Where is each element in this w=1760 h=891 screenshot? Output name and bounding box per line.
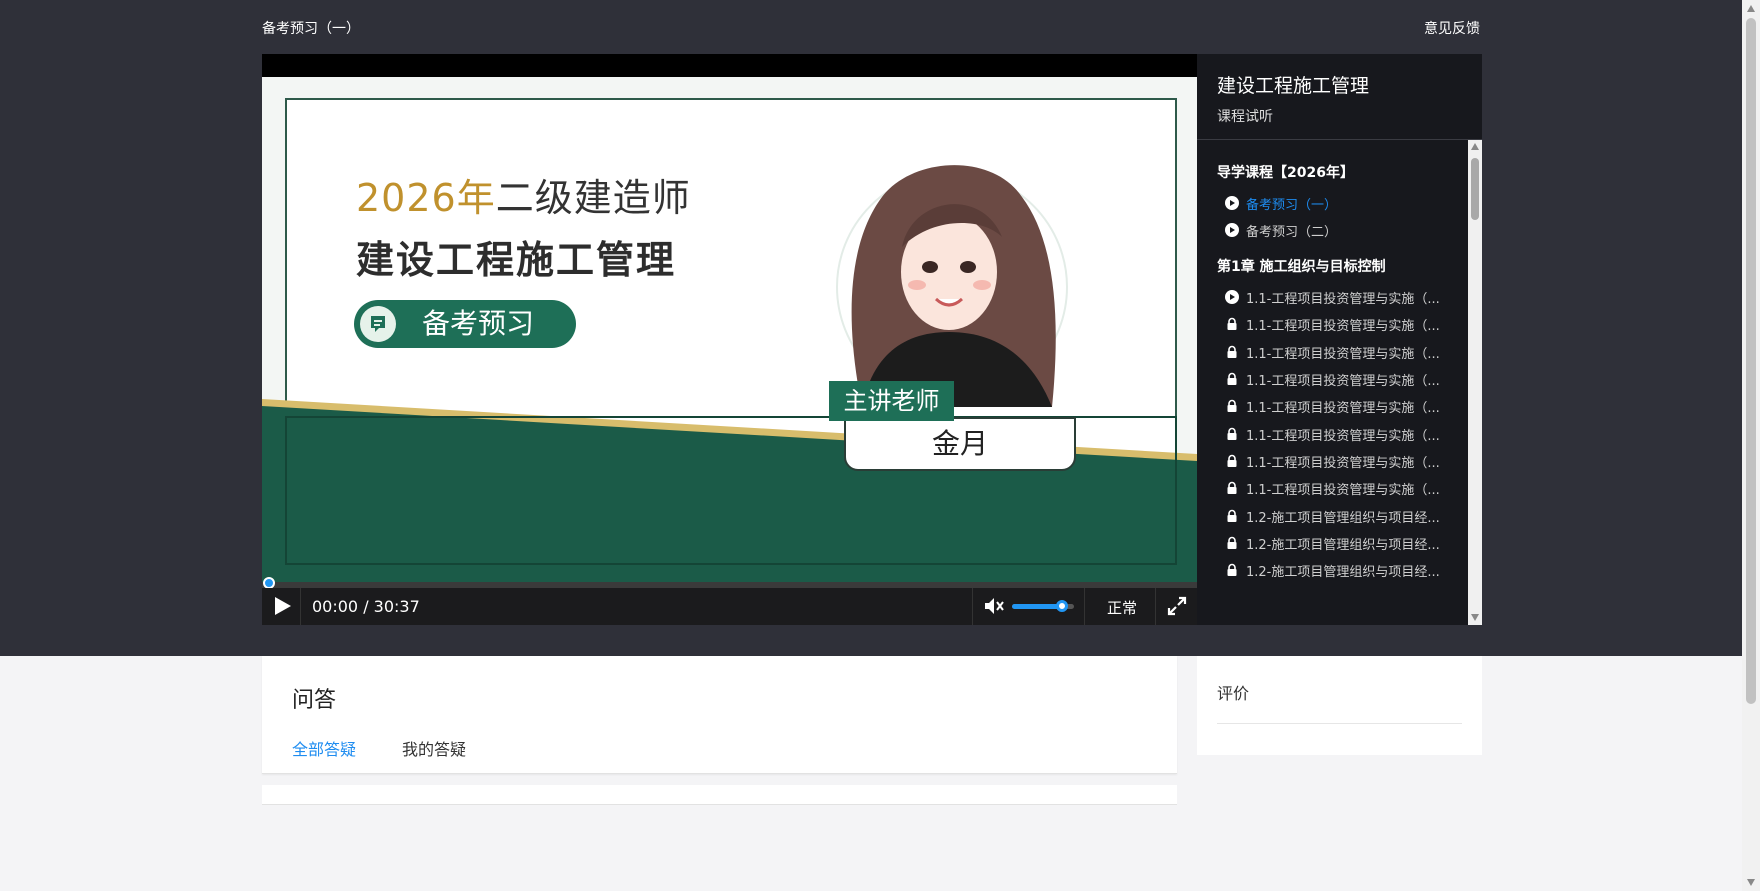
review-title: 评价 [1217, 684, 1250, 703]
lesson-list[interactable]: 导学课程【2026年】 备考预习（一） 备考预习（二） 第1章 施工组织与目标控… [1197, 140, 1467, 625]
lesson-item[interactable]: 1.2-施工项目管理组织与项目经... [1225, 560, 1457, 582]
feedback-link[interactable]: 意见反馈 [1424, 18, 1480, 38]
play-circle-icon [1225, 223, 1239, 237]
page-scrollbar[interactable] [1742, 0, 1760, 891]
lesson-label: 1.1-工程项目投资管理与实施（... [1246, 292, 1440, 307]
volume-handle[interactable] [1055, 600, 1068, 612]
volume-icon[interactable] [982, 594, 1006, 618]
course-sidebar: 建设工程施工管理 课程试听 导学课程【2026年】 备考预习（一） 备考预习（二… [1197, 54, 1482, 625]
scroll-thumb[interactable] [1471, 158, 1479, 220]
speed-button[interactable]: 正常 [1107, 597, 1137, 618]
lesson-label: 1.2-施工项目管理组织与项目经... [1246, 565, 1440, 580]
lesson-item[interactable]: 1.1-工程项目投资管理与实施（... [1225, 451, 1457, 473]
lock-icon [1225, 509, 1239, 523]
player-controls: 00:00 / 30:37 正常 [262, 588, 1197, 625]
lesson-label: 备考预习（一） [1246, 198, 1338, 213]
lock-icon [1225, 345, 1239, 359]
tab-my-questions[interactable]: 我的答疑 [402, 736, 466, 760]
lock-icon [1225, 317, 1239, 331]
lesson-label: 1.1-工程项目投资管理与实施（... [1246, 429, 1440, 444]
qa-title: 问答 [292, 688, 337, 713]
lesson-item[interactable]: 1.2-施工项目管理组织与项目经... [1225, 533, 1457, 555]
lock-icon [1225, 536, 1239, 550]
tab-all-questions[interactable]: 全部答疑 [292, 736, 356, 760]
scroll-up-icon[interactable] [1471, 143, 1479, 150]
review-panel: 评价 [1197, 656, 1482, 755]
lesson-item[interactable]: 1.1-工程项目投资管理与实施（... [1225, 287, 1457, 309]
controls-divider [972, 588, 973, 625]
lock-icon [1225, 454, 1239, 468]
lesson-item[interactable]: 1.1-工程项目投资管理与实施（... [1225, 314, 1457, 336]
slide-subject: 建设工程施工管理 [356, 238, 677, 282]
lesson-item[interactable]: 1.1-工程项目投资管理与实施（... [1225, 478, 1457, 500]
qa-panel: 问答 全部答疑 我的答疑 [262, 656, 1177, 774]
lesson-title: 备考预习（一） [262, 21, 360, 37]
lesson-item[interactable]: 1.1-工程项目投资管理与实施（... [1225, 396, 1457, 418]
lesson-item[interactable]: 1.1-工程项目投资管理与实施（... [1225, 369, 1457, 391]
volume-level [1012, 604, 1062, 609]
video-frame[interactable]: 2026年二级建造师 建设工程施工管理 备考预习 金月 主讲老师 [262, 77, 1197, 582]
page-scroll-thumb[interactable] [1746, 18, 1756, 704]
lesson-label: 1.1-工程项目投资管理与实施（... [1246, 319, 1440, 334]
lock-icon [1225, 481, 1239, 495]
slide-exam: 二级建造师 [495, 176, 691, 220]
lesson-item[interactable]: 备考预习（一） [1225, 193, 1457, 215]
controls-divider [1155, 588, 1156, 625]
play-circle-icon [1225, 290, 1239, 304]
lesson-label: 1.1-工程项目投资管理与实施（... [1246, 483, 1440, 498]
lock-icon [1225, 399, 1239, 413]
video-player[interactable]: 2026年二级建造师 建设工程施工管理 备考预习 金月 主讲老师 00:00 /… [262, 54, 1197, 625]
slide-teacher-name: 金月 [844, 417, 1076, 471]
lock-icon [1225, 372, 1239, 386]
controls-divider [300, 588, 301, 625]
lesson-label: 1.2-施工项目管理组织与项目经... [1246, 511, 1440, 526]
lesson-item[interactable]: 1.1-工程项目投资管理与实施（... [1225, 342, 1457, 364]
lock-icon [1225, 563, 1239, 577]
slide-teacher-tag: 主讲老师 [829, 381, 954, 421]
sidebar-scrollbar[interactable] [1468, 140, 1482, 625]
lesson-item[interactable]: 1.1-工程项目投资管理与实施（... [1225, 424, 1457, 446]
scroll-down-icon[interactable] [1747, 879, 1755, 886]
scroll-down-icon[interactable] [1471, 614, 1479, 621]
scroll-up-icon[interactable] [1747, 5, 1755, 12]
lesson-label: 1.1-工程项目投资管理与实施（... [1246, 401, 1440, 416]
lesson-label: 1.1-工程项目投资管理与实施（... [1246, 456, 1440, 471]
slide-year: 2026年 [356, 176, 496, 220]
time-display: 00:00 / 30:37 [312, 597, 420, 616]
lesson-label: 1.2-施工项目管理组织与项目经... [1246, 538, 1440, 553]
lesson-label: 1.1-工程项目投资管理与实施（... [1246, 347, 1440, 362]
fullscreen-icon[interactable] [1166, 595, 1188, 617]
play-icon[interactable] [270, 594, 294, 618]
lesson-item[interactable]: 备考预习（二） [1225, 220, 1457, 242]
chapter-title: 导学课程【2026年】 [1217, 165, 1354, 181]
review-divider [1217, 723, 1462, 724]
controls-divider [1084, 588, 1085, 625]
lesson-label: 备考预习（二） [1246, 225, 1338, 240]
slide-pill: 备考预习 [354, 300, 576, 348]
lock-icon [1225, 427, 1239, 441]
play-circle-icon [1225, 196, 1239, 210]
volume-slider[interactable] [1012, 600, 1074, 612]
lesson-label: 1.1-工程项目投资管理与实施（... [1246, 374, 1440, 389]
slide-pill-label: 备考预习 [422, 307, 535, 340]
course-subtitle: 课程试听 [1217, 109, 1273, 125]
course-title: 建设工程施工管理 [1217, 75, 1370, 97]
lesson-item[interactable]: 1.2-施工项目管理组织与项目经... [1225, 506, 1457, 528]
qa-list [262, 785, 1177, 805]
slide-headline: 2026年二级建造师 [356, 167, 691, 222]
chat-icon [360, 306, 396, 342]
chapter-title: 第1章 施工组织与目标控制 [1217, 259, 1386, 275]
